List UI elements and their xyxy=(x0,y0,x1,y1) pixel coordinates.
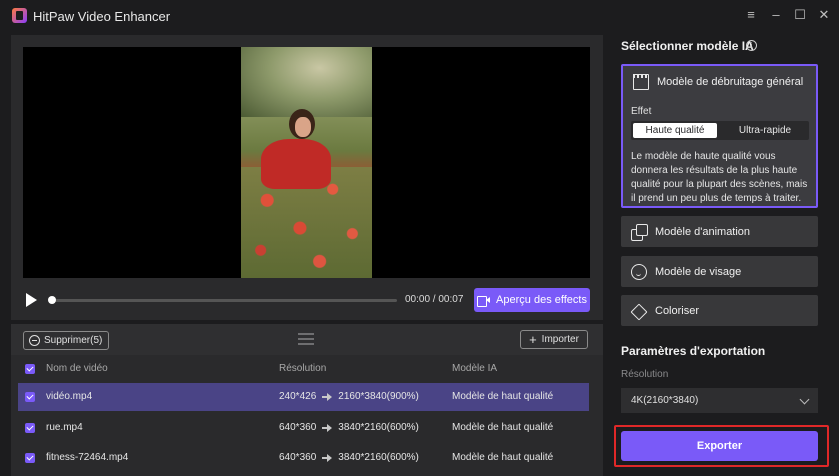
clapperboard-icon xyxy=(633,74,649,90)
select-all-checkbox[interactable] xyxy=(25,364,35,374)
app-logo-icon xyxy=(12,8,27,23)
effect-high-quality[interactable]: Haute qualité xyxy=(633,123,717,138)
minimize-icon[interactable]: – xyxy=(767,6,785,24)
row-checkbox[interactable] xyxy=(25,392,35,402)
arrow-right-icon xyxy=(322,453,333,462)
row-res-from: 240*426 xyxy=(279,391,317,402)
model-animation-head: Modèle d'animation xyxy=(631,224,751,241)
table-row[interactable]: rue.mp4 640*360 3840*2160(600%) Modèle d… xyxy=(18,414,589,442)
player-panel: 00:00 / 00:07 Aperçu des effects xyxy=(11,35,603,320)
video-subject-body xyxy=(261,139,331,189)
table-row[interactable]: vidéo.mp4 240*426 2160*3840(900%) Modèle… xyxy=(18,383,589,411)
row-res-to: 2160*3840(900%) xyxy=(338,391,419,402)
delete-label: Supprimer(5) xyxy=(44,335,103,346)
model-colorize-label: Coloriser xyxy=(655,305,700,317)
arrow-right-icon xyxy=(322,392,333,401)
preview-effects-button[interactable]: Aperçu des effects xyxy=(474,288,590,312)
model-card-face[interactable]: Modèle de visage xyxy=(621,256,818,287)
export-button[interactable]: Exporter xyxy=(621,431,818,461)
header-model: Modèle IA xyxy=(452,363,498,374)
settings-panel: Sélectionner modèle IA i Modèle de débru… xyxy=(610,32,839,476)
model-card-denoise[interactable]: Modèle de débruitage général Effet Haute… xyxy=(621,64,818,208)
row-res-to: 3840*2160(600%) xyxy=(338,422,419,433)
row-res-from: 640*360 xyxy=(279,452,317,463)
drag-handle-icon[interactable] xyxy=(298,333,314,345)
menu-icon[interactable]: ≡ xyxy=(742,6,760,24)
table-row[interactable]: fitness-72464.mp4 640*360 3840*2160(600%… xyxy=(18,444,589,472)
model-card-colorize[interactable]: Coloriser xyxy=(621,295,818,326)
model-denoise-head: Modèle de débruitage général xyxy=(633,74,803,90)
maximize-icon[interactable]: ☐ xyxy=(791,6,809,24)
progress-track[interactable] xyxy=(51,299,397,302)
video-frame-image xyxy=(241,47,372,278)
list-toolbar: Supprimer(5) + Importer xyxy=(11,324,603,355)
title-bar: HitPaw Video Enhancer ≡ – ☐ ✕ xyxy=(0,0,839,32)
import-button[interactable]: + Importer xyxy=(520,330,588,349)
table-header: Nom de vidéo Résolution Modèle IA xyxy=(11,359,603,377)
plus-icon: + xyxy=(529,331,537,347)
face-icon xyxy=(631,264,647,280)
close-icon[interactable]: ✕ xyxy=(815,6,833,24)
row-name: vidéo.mp4 xyxy=(46,391,93,402)
play-icon[interactable] xyxy=(26,293,37,307)
row-name: rue.mp4 xyxy=(46,422,83,433)
model-colorize-head: Coloriser xyxy=(631,303,699,319)
select-model-title: Sélectionner modèle IA xyxy=(621,39,754,53)
model-animation-label: Modèle d'animation xyxy=(655,226,751,238)
app-title: HitPaw Video Enhancer xyxy=(33,9,171,24)
resolution-value: 4K(2160*3840) xyxy=(631,395,699,406)
model-face-label: Modèle de visage xyxy=(655,266,742,278)
video-camera-icon xyxy=(477,295,491,307)
video-subject-face xyxy=(295,117,311,137)
row-resolution: 640*360 3840*2160(600%) xyxy=(279,422,419,433)
chevron-down-icon xyxy=(799,394,810,405)
effect-label: Effet xyxy=(631,106,652,117)
arrow-right-icon xyxy=(322,423,333,432)
header-name: Nom de vidéo xyxy=(46,363,108,374)
video-bg xyxy=(241,47,372,117)
row-model: Modèle de haut qualité xyxy=(452,452,554,463)
resolution-label: Résolution xyxy=(621,369,669,380)
effect-toggle: Haute qualité Ultra-rapide xyxy=(631,121,809,140)
overlap-squares-icon xyxy=(631,224,648,241)
model-description: Le modèle de haute qualité vous donnera … xyxy=(631,151,808,204)
minus-circle-icon xyxy=(29,335,40,346)
model-denoise-label: Modèle de débruitage général xyxy=(657,76,804,88)
paint-bucket-icon xyxy=(631,303,647,319)
row-resolution: 640*360 3840*2160(600%) xyxy=(279,452,419,463)
resolution-select[interactable]: 4K(2160*3840) xyxy=(621,388,818,413)
row-res-to: 3840*2160(600%) xyxy=(338,452,419,463)
header-resolution: Résolution xyxy=(279,363,327,374)
delete-button[interactable]: Supprimer(5) xyxy=(23,331,110,350)
row-model: Modèle de haut qualité xyxy=(452,422,554,433)
row-name: fitness-72464.mp4 xyxy=(46,452,129,463)
model-card-animation[interactable]: Modèle d'animation xyxy=(621,216,818,247)
row-model: Modèle de haut qualité xyxy=(452,391,554,402)
video-preview xyxy=(23,47,590,278)
export-settings-title: Paramètres d'exportation xyxy=(621,344,766,358)
row-checkbox[interactable] xyxy=(25,453,35,463)
progress-thumb[interactable] xyxy=(48,296,56,304)
row-resolution: 240*426 2160*3840(900%) xyxy=(279,391,419,402)
effect-ultra-fast[interactable]: Ultra-rapide xyxy=(723,123,807,138)
time-readout: 00:00 / 00:07 xyxy=(405,294,464,305)
row-res-from: 640*360 xyxy=(279,422,317,433)
row-checkbox[interactable] xyxy=(25,423,35,433)
import-label: Importer xyxy=(541,334,579,345)
info-icon[interactable]: i xyxy=(746,40,757,51)
preview-effects-label: Aperçu des effects xyxy=(496,294,587,306)
model-face-head: Modèle de visage xyxy=(631,264,741,280)
file-list-panel: Supprimer(5) + Importer Nom de vidéo Rés… xyxy=(11,324,603,476)
